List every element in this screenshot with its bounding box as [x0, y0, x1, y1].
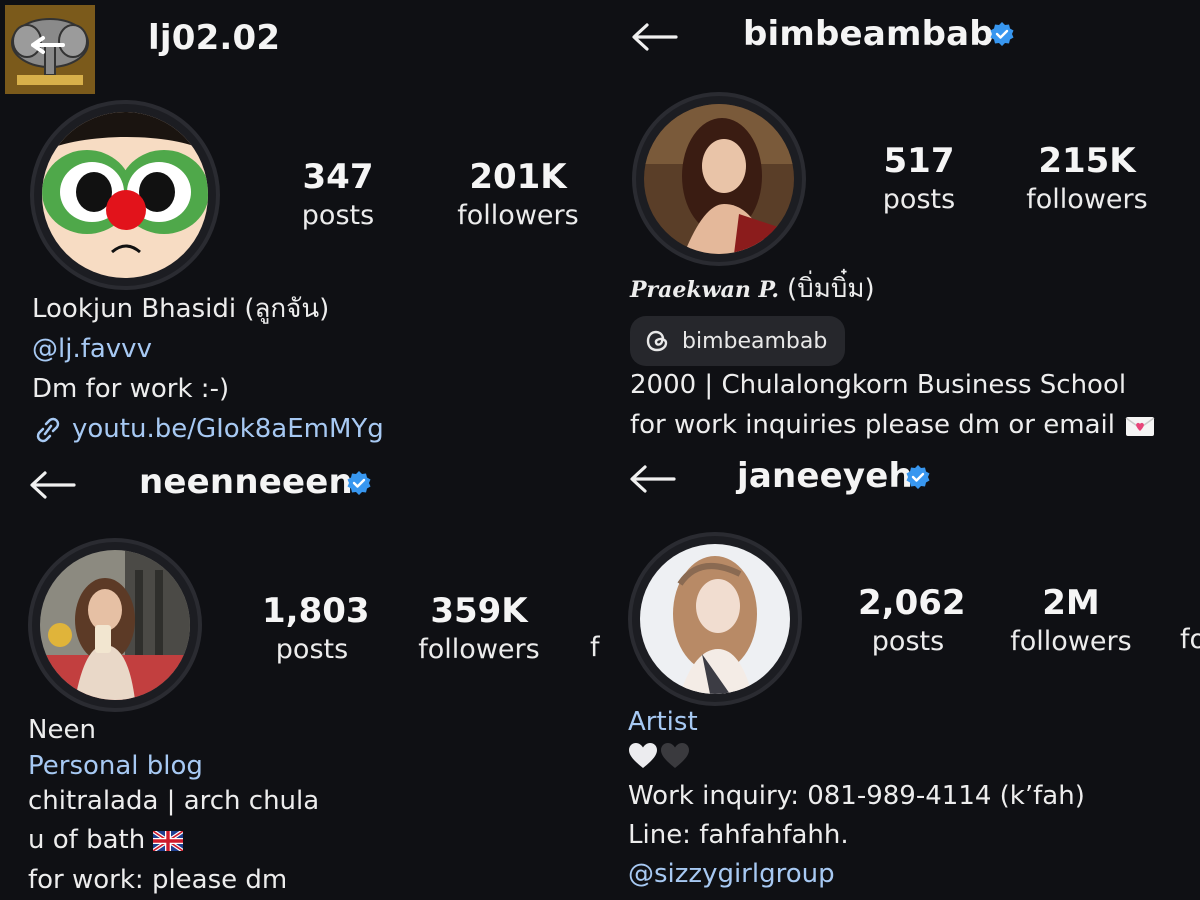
- profile-full-name: Neen: [28, 715, 96, 745]
- bio-hearts: [628, 742, 690, 770]
- threads-icon: [646, 330, 668, 352]
- profile-panel-janeeyeh: janeeyeh 2,062 posts 2M followers fo Art…: [600, 450, 1200, 900]
- followers-count: 201K: [469, 157, 567, 197]
- followers-stat[interactable]: 201K followers: [452, 156, 584, 232]
- followers-count: 2M: [1042, 583, 1100, 623]
- posts-label: posts: [882, 183, 956, 215]
- avatar[interactable]: [640, 544, 790, 694]
- posts-count: 517: [883, 141, 955, 181]
- back-arrow-icon[interactable]: [628, 464, 676, 494]
- bio-text: u of bath: [28, 825, 146, 855]
- bio-mention-link[interactable]: @lj.favvv: [32, 334, 152, 365]
- posts-stat[interactable]: 1,803 posts: [262, 590, 370, 666]
- profile-panel-bimbeambab: bimbeambab 517 posts 215K followers Prae…: [600, 0, 1200, 450]
- followers-count: 215K: [1038, 141, 1136, 181]
- posts-stat[interactable]: 517 posts: [872, 140, 966, 216]
- profile-name-script: Praekwan P.: [630, 277, 780, 303]
- love-letter-icon: [1125, 416, 1155, 436]
- posts-count: 2,062: [858, 583, 966, 623]
- profile-username: lj02.02: [148, 18, 281, 58]
- posts-count: 1,803: [262, 591, 370, 631]
- white-heart-icon: [629, 743, 657, 768]
- verified-icon: [347, 471, 371, 495]
- link-icon: [36, 417, 60, 442]
- threads-handle: bimbeambab: [682, 328, 828, 354]
- avatar[interactable]: [644, 104, 794, 254]
- followers-label: followers: [418, 633, 540, 665]
- verified-icon: [906, 465, 930, 489]
- posts-label: posts: [275, 633, 349, 665]
- profile-full-name: Praekwan P. (บิ่มบิ๋ม): [630, 274, 875, 305]
- bio-text-row: for work inquiries please dm or email: [630, 410, 1155, 441]
- following-label-cutoff: f: [590, 632, 600, 663]
- posts-stat[interactable]: 2,062 posts: [858, 582, 966, 658]
- uk-flag-icon: [153, 830, 184, 851]
- followers-stat[interactable]: 2M followers: [1010, 582, 1132, 658]
- bio-text: for work: please dm: [28, 865, 288, 895]
- profile-username: janeeyeh: [737, 456, 913, 496]
- profile-panel-neenneeen: neenneeen 1,803 posts 359K followers f N…: [0, 450, 600, 900]
- profile-username: bimbeambab: [743, 14, 994, 54]
- profile-panel-lj0202: lj02.02 347 posts 201K followers Lookjun…: [0, 0, 600, 450]
- followers-label: followers: [1010, 625, 1132, 657]
- back-arrow-icon[interactable]: [28, 470, 76, 500]
- bio-text: Work inquiry: 081-989-4114 (k’fah): [628, 781, 1085, 811]
- back-arrow-icon[interactable]: [630, 22, 678, 52]
- followers-label: followers: [457, 199, 579, 231]
- threads-badge[interactable]: bimbeambab: [630, 316, 846, 366]
- profile-full-name: Lookjun Bhasidi (ลูกจัน): [32, 294, 330, 324]
- bio-text: 2000 | Chulalongkorn Business School: [630, 370, 1127, 400]
- posts-label: posts: [871, 625, 945, 657]
- avatar[interactable]: [42, 112, 208, 278]
- profile-name-thai: (บิ่มบิ๋ม): [787, 274, 875, 304]
- bio-mention-link[interactable]: @sizzygirlgroup: [628, 859, 835, 890]
- bio-url-text: youtu.be/GIok8aEmMYg: [72, 414, 384, 444]
- profile-username: neenneeen: [139, 462, 353, 502]
- bio-url-link[interactable]: youtu.be/GIok8aEmMYg: [32, 414, 384, 445]
- following-label-cutoff: fo: [1180, 624, 1200, 655]
- followers-label: followers: [1026, 183, 1148, 215]
- verified-icon: [990, 22, 1014, 46]
- avatar[interactable]: [40, 550, 190, 700]
- followers-stat[interactable]: 359K followers: [418, 590, 540, 666]
- profile-category[interactable]: Artist: [628, 707, 698, 738]
- bio-text: Dm for work :-): [32, 374, 230, 404]
- logo-icon: [5, 5, 95, 94]
- posts-count: 347: [302, 157, 374, 197]
- posts-stat[interactable]: 347 posts: [290, 156, 386, 232]
- followers-stat[interactable]: 215K followers: [1026, 140, 1148, 216]
- black-heart-icon: [661, 743, 689, 768]
- bio-text: chitralada | arch chula: [28, 786, 320, 816]
- bio-text: for work inquiries please dm or email: [630, 410, 1115, 440]
- bio-text: Line: fahfahfahh.: [628, 820, 849, 850]
- bio-text-row: u of bath: [28, 825, 184, 856]
- posts-label: posts: [301, 199, 375, 231]
- profile-category[interactable]: Personal blog: [28, 751, 203, 782]
- followers-count: 359K: [430, 591, 528, 631]
